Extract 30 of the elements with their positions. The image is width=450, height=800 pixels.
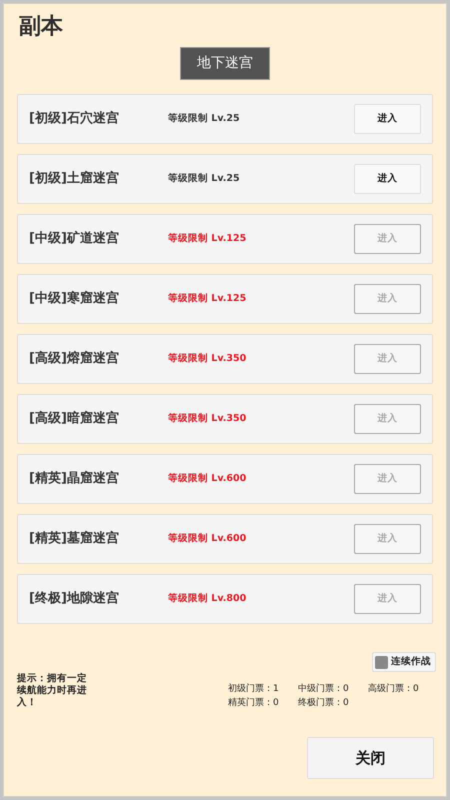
level-requirement: 等级限制 Lv.350 (168, 352, 248, 366)
ticket-count: 精英门票：0 (228, 696, 280, 710)
ticket-count: 高级门票：0 (368, 683, 420, 696)
dungeon-name: [初级]土窟迷宫 (29, 170, 120, 188)
level-requirement: 等级限制 Lv.25 (168, 112, 241, 126)
dungeon-name: [精英]晶窟迷宫 (29, 470, 120, 488)
level-requirement: 等级限制 Lv.25 (168, 172, 241, 186)
enter-button[interactable]: 进入 (354, 104, 421, 134)
close-button[interactable]: 关闭 (307, 737, 434, 779)
auto-battle-checkbox[interactable]: 连续作战 (372, 652, 436, 672)
enter-button[interactable]: 进入 (354, 164, 421, 194)
tab[interactable]: 地下迷宫 (180, 47, 270, 80)
dungeon-name: [终极]地隙迷宫 (29, 590, 120, 608)
level-requirement: 等级限制 Lv.800 (168, 592, 248, 606)
dungeon-name: [初级]石穴迷宫 (29, 110, 120, 128)
level-requirement: 等级限制 Lv.350 (168, 412, 248, 426)
dungeon-name: [精英]墓窟迷宫 (29, 530, 120, 548)
tip-text: 提示：拥有一定续航能力时再进入！ (17, 673, 88, 710)
level-requirement: 等级限制 Lv.600 (168, 532, 248, 546)
dungeon-name: [中级]矿道迷宫 (29, 230, 120, 248)
ticket-count: 终极门票：0 (298, 696, 350, 710)
level-requirement: 等级限制 Lv.600 (168, 472, 248, 486)
ticket-count: 初级门票：1 (228, 683, 280, 696)
ticket-count: 中级门票：0 (298, 683, 350, 696)
level-requirement: 等级限制 Lv.125 (168, 292, 248, 306)
dungeon-name: [高级]暗窟迷宫 (29, 410, 120, 428)
level-requirement: 等级限制 Lv.125 (168, 232, 248, 246)
page-title: 副本 (19, 13, 64, 41)
dungeon-name: [中级]寒窟迷宫 (29, 290, 120, 308)
dungeon-name: [高级]熔窟迷宫 (29, 350, 120, 368)
